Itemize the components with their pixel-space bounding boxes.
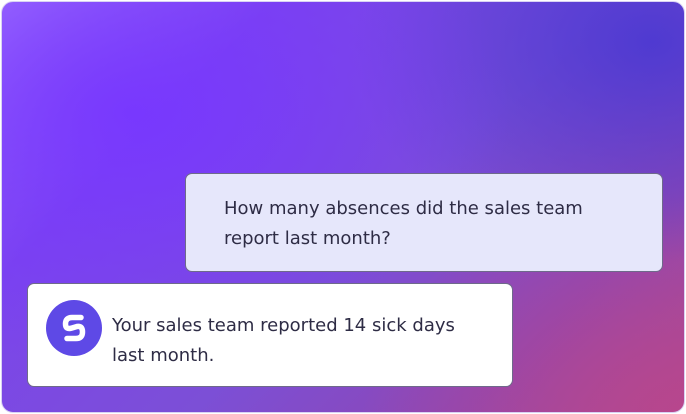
assistant-message-bubble: Your sales team reported 14 sick days la… <box>27 283 513 387</box>
assistant-logo-icon <box>62 314 86 342</box>
assistant-avatar <box>46 300 102 356</box>
user-message-bubble: How many absences did the sales team rep… <box>185 173 663 272</box>
chat-panel: How many absences did the sales team rep… <box>1 1 685 413</box>
assistant-message-text: Your sales team reported 14 sick days la… <box>112 315 455 366</box>
user-message-text: How many absences did the sales team rep… <box>224 198 583 249</box>
